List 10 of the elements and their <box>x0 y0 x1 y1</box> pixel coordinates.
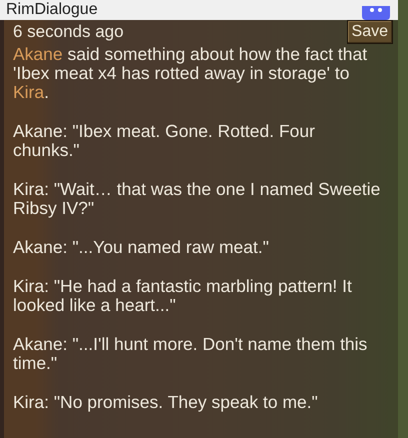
save-button[interactable]: Save <box>346 20 393 44</box>
dialogue-line: Kira: "No promises. They speak to me." <box>13 393 319 412</box>
timestamp: 6 seconds ago <box>13 22 124 42</box>
dialogue-line: Kira: "He had a fantastic marbling pattern! It looked like a heart..." <box>13 277 353 315</box>
dialogue-line: Akane: "...You named raw meat." <box>13 238 270 257</box>
dialogue-line: Akane: "...I'll hunt more. Don't name them this time." <box>13 335 368 373</box>
dialogue-line: Kira: "Wait… that was the one I named Sweetie Ribsy IV?" <box>13 180 382 218</box>
summary-text: Akane said something about how the fact that 'Ibex meat x4 has rotted away in storage' to Kira. <box>13 45 368 102</box>
dialogue-line: Akane: "Ibex meat. Gone. Rotted. Four chunks." <box>13 122 316 160</box>
window-title: RimDialogue <box>6 1 98 19</box>
